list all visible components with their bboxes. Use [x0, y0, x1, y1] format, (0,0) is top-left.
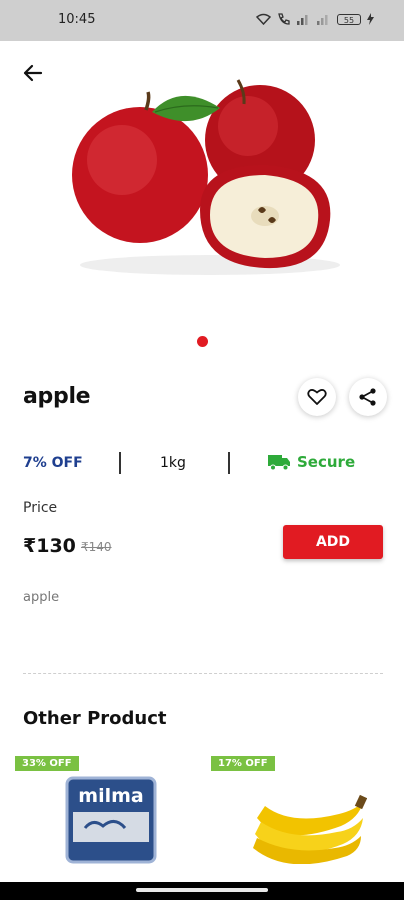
status-time: 10:45: [58, 12, 96, 27]
battery-icon: 55: [337, 13, 361, 25]
secure-label: Secure: [297, 453, 356, 471]
weight-label: 1kg: [160, 455, 186, 471]
card-brand-text: milma: [78, 785, 143, 807]
divider: [119, 452, 121, 474]
product-card[interactable]: 17% OFF: [211, 752, 397, 887]
share-button[interactable]: [349, 378, 387, 416]
product-description: apple: [23, 590, 60, 605]
product-title: apple: [23, 384, 91, 409]
discount-badge: 17% OFF: [211, 756, 275, 771]
status-bar: 10:45 55: [0, 0, 404, 41]
charging-icon: [367, 13, 374, 25]
truck-icon: [268, 454, 290, 470]
divider: [23, 673, 383, 674]
signal-icon: [297, 15, 308, 25]
price-original: ₹140: [81, 540, 112, 554]
secure-badge: Secure: [268, 453, 355, 471]
share-icon: [359, 388, 376, 406]
price-current: ₹130: [23, 535, 76, 557]
wishlist-button[interactable]: [298, 378, 336, 416]
home-gesture-handle[interactable]: [136, 888, 268, 892]
system-navigation-bar: [0, 882, 404, 900]
section-title: Other Product: [23, 708, 167, 729]
product-card[interactable]: milma 33% OFF: [15, 752, 201, 887]
signal-2-icon: [317, 15, 328, 25]
product-info-row: 7% OFF 1kg Secure: [0, 448, 404, 478]
milma-milk-packet-icon: milma: [65, 776, 157, 864]
discount-badge: 33% OFF: [15, 756, 79, 771]
banana-icon: [253, 794, 367, 864]
call-icon: [278, 13, 290, 25]
add-to-cart-button[interactable]: ADD: [283, 525, 383, 559]
price-label: Price: [23, 500, 58, 516]
discount-label: 7% OFF: [23, 455, 83, 471]
back-button[interactable]: [20, 60, 46, 86]
wifi-icon: [256, 13, 271, 25]
status-icons: 55: [256, 13, 374, 25]
heart-icon: [307, 389, 327, 405]
arrow-left-icon: [23, 64, 43, 82]
divider: [228, 452, 230, 474]
product-image: [72, 79, 340, 275]
carousel-indicator[interactable]: [197, 336, 208, 347]
